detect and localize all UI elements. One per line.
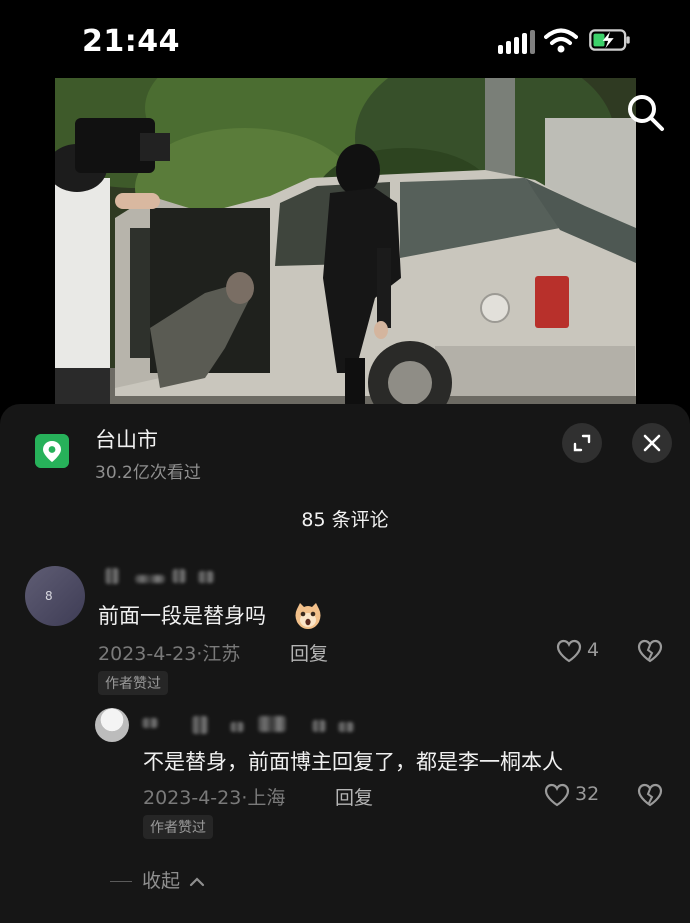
status-bar: 21:44 [0, 0, 690, 78]
location-pin-icon [35, 434, 69, 468]
collapse-label: 收起 [142, 870, 181, 892]
reply-text: 不是替身，前面博主回复了，都是李一桐本人 [143, 750, 563, 774]
reply-date: 2023-4-23 [143, 787, 242, 809]
close-button[interactable] [632, 423, 672, 463]
video-frame[interactable] [55, 78, 636, 404]
expand-icon [573, 434, 591, 452]
comment-date: 2023-4-23 [98, 643, 197, 665]
broken-heart-icon[interactable] [637, 783, 663, 807]
reply-meta: 2023-4-23·上海 [143, 787, 286, 809]
expand-button[interactable] [562, 423, 602, 463]
location-title[interactable]: 台山市 [95, 424, 158, 454]
wifi-icon [544, 28, 578, 53]
battery-charging-icon [589, 29, 630, 51]
author-liked-badge: 作者赞过 [143, 815, 213, 839]
avatar-text: 8 [45, 589, 53, 603]
broken-heart-icon[interactable] [637, 639, 663, 663]
heart-icon[interactable] [556, 639, 582, 663]
close-icon [643, 434, 661, 452]
comment-count: 85 条评论 [301, 509, 389, 531]
status-time: 21:44 [82, 24, 180, 59]
comment-text: 前面一段是替身吗 [98, 604, 266, 628]
avatar[interactable] [95, 708, 129, 742]
heart-icon[interactable] [544, 783, 570, 807]
like-count: 4 [587, 639, 600, 661]
search-icon[interactable] [626, 93, 666, 133]
comment-region: 江苏 [202, 643, 241, 665]
cellular-signal-icon [498, 30, 535, 54]
surprised-cat-emoji-icon [295, 603, 321, 629]
like-count: 32 [575, 783, 600, 805]
collapse-replies-button[interactable]: 收起 [110, 866, 206, 893]
avatar[interactable]: 8 [25, 566, 85, 626]
video-still-image [55, 78, 636, 404]
divider-line [110, 881, 132, 882]
reply-region: 上海 [247, 787, 286, 809]
reply-button[interactable]: 回复 [335, 783, 373, 810]
comment-meta: 2023-4-23·江苏 [98, 643, 241, 665]
author-liked-badge: 作者赞过 [98, 671, 168, 695]
reply-button[interactable]: 回复 [290, 639, 328, 666]
chevron-up-icon [189, 876, 205, 886]
location-view-count: 30.2亿次看过 [95, 463, 201, 483]
